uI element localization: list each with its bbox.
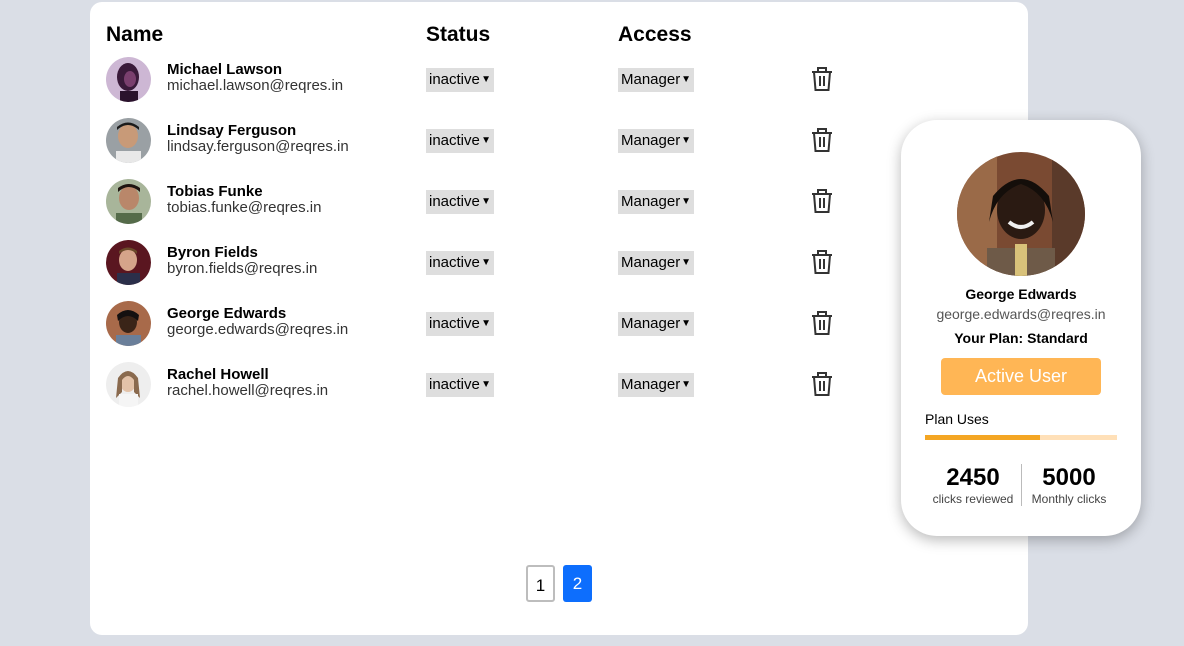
trash-icon [812,311,832,335]
delete-user-button[interactable] [810,249,834,275]
access-select-value: Manager [621,376,681,393]
column-header-status: Status [426,23,491,46]
avatar [106,362,151,407]
user-email: michael.lawson@reqres.in [167,77,344,94]
chevron-down-icon: ▼ [481,74,491,85]
access-select-value: Manager [621,193,681,210]
chevron-down-icon: ▼ [481,257,491,268]
delete-user-button[interactable] [810,188,834,214]
access-select-value: Manager [621,132,681,149]
chevron-down-icon: ▼ [481,196,491,207]
active-user-button[interactable]: Active User [941,358,1101,395]
table-row: Rachel Howell rachel.howell@reqres.in in… [106,362,866,408]
status-select-value: inactive [429,315,480,332]
trash-icon [812,250,832,274]
table-row: Lindsay Ferguson lindsay.ferguson@reqres… [106,118,866,164]
column-header-access: Access [618,23,692,46]
status-select-value: inactive [429,71,480,88]
page-button-2[interactable]: 2 [563,565,592,602]
plan-uses-progress [925,435,1117,440]
plan-uses-progress-fill [925,435,1041,440]
chevron-down-icon: ▼ [681,196,691,207]
avatar [106,240,151,285]
delete-user-button[interactable] [810,371,834,397]
user-name: Tobias Funke [167,183,263,200]
chevron-down-icon: ▼ [481,135,491,146]
status-select[interactable]: inactive ▼ [426,190,494,214]
profile-avatar [957,152,1085,276]
table-row: George Edwards george.edwards@reqres.in … [106,301,866,347]
access-select[interactable]: Manager ▼ [618,129,694,153]
stat-value: 2450 [946,464,1000,491]
access-select-value: Manager [621,71,681,88]
profile-name: George Edwards [965,286,1077,302]
trash-icon [812,128,832,152]
access-select[interactable]: Manager ▼ [618,251,694,275]
column-header-name: Name [106,23,164,46]
chevron-down-icon: ▼ [481,379,491,390]
chevron-down-icon: ▼ [681,257,691,268]
user-email: tobias.funke@reqres.in [167,199,322,216]
plan-uses-label: Plan Uses [925,411,989,427]
profile-plan: Your Plan: Standard [954,330,1088,346]
status-select-value: inactive [429,376,480,393]
stat-clicks-reviewed: 2450 clicks reviewed [925,464,1021,507]
status-select-value: inactive [429,132,480,149]
stat-label: clicks reviewed [932,492,1014,506]
delete-user-button[interactable] [810,127,834,153]
profile-email: george.edwards@reqres.in [936,306,1106,322]
access-select-value: Manager [621,254,681,271]
chevron-down-icon: ▼ [681,135,691,146]
stat-label: Monthly clicks [1031,492,1107,506]
chevron-down-icon: ▼ [681,318,691,329]
access-select[interactable]: Manager ▼ [618,68,694,92]
user-name: Michael Lawson [167,61,283,78]
page-button-1[interactable]: 1 [526,565,555,602]
status-select[interactable]: inactive ▼ [426,251,494,275]
trash-icon [812,189,832,213]
delete-user-button[interactable] [810,310,834,336]
profile-card: George Edwards george.edwards@reqres.in … [901,120,1141,536]
status-select-value: inactive [429,254,480,271]
stat-value: 5000 [1042,464,1096,491]
users-table-card: Name Status Access Michael Lawson michae… [90,2,1028,635]
avatar [106,118,151,163]
avatar [106,57,151,102]
avatar [106,301,151,346]
table-row: Byron Fields byron.fields@reqres.in inac… [106,240,866,286]
access-select[interactable]: Manager ▼ [618,373,694,397]
trash-icon [812,372,832,396]
table-row: Michael Lawson michael.lawson@reqres.in … [106,57,866,103]
table-row: Tobias Funke tobias.funke@reqres.in inac… [106,179,866,225]
access-select[interactable]: Manager ▼ [618,312,694,336]
status-select[interactable]: inactive ▼ [426,129,494,153]
user-email: rachel.howell@reqres.in [167,382,329,399]
chevron-down-icon: ▼ [681,74,691,85]
status-select[interactable]: inactive ▼ [426,68,494,92]
user-name: Lindsay Ferguson [167,122,297,139]
trash-icon [812,67,832,91]
chevron-down-icon: ▼ [481,318,491,329]
status-select[interactable]: inactive ▼ [426,312,494,336]
access-select-value: Manager [621,315,681,332]
user-name: George Edwards [167,305,287,322]
user-name: Byron Fields [167,244,258,261]
user-email: byron.fields@reqres.in [167,260,318,277]
access-select[interactable]: Manager ▼ [618,190,694,214]
stat-monthly-clicks: 5000 Monthly clicks [1021,464,1117,507]
user-name: Rachel Howell [167,366,269,383]
user-email: lindsay.ferguson@reqres.in [167,138,349,155]
user-email: george.edwards@reqres.in [167,321,349,338]
avatar [106,179,151,224]
status-select-value: inactive [429,193,480,210]
chevron-down-icon: ▼ [681,379,691,390]
delete-user-button[interactable] [810,66,834,92]
status-select[interactable]: inactive ▼ [426,373,494,397]
